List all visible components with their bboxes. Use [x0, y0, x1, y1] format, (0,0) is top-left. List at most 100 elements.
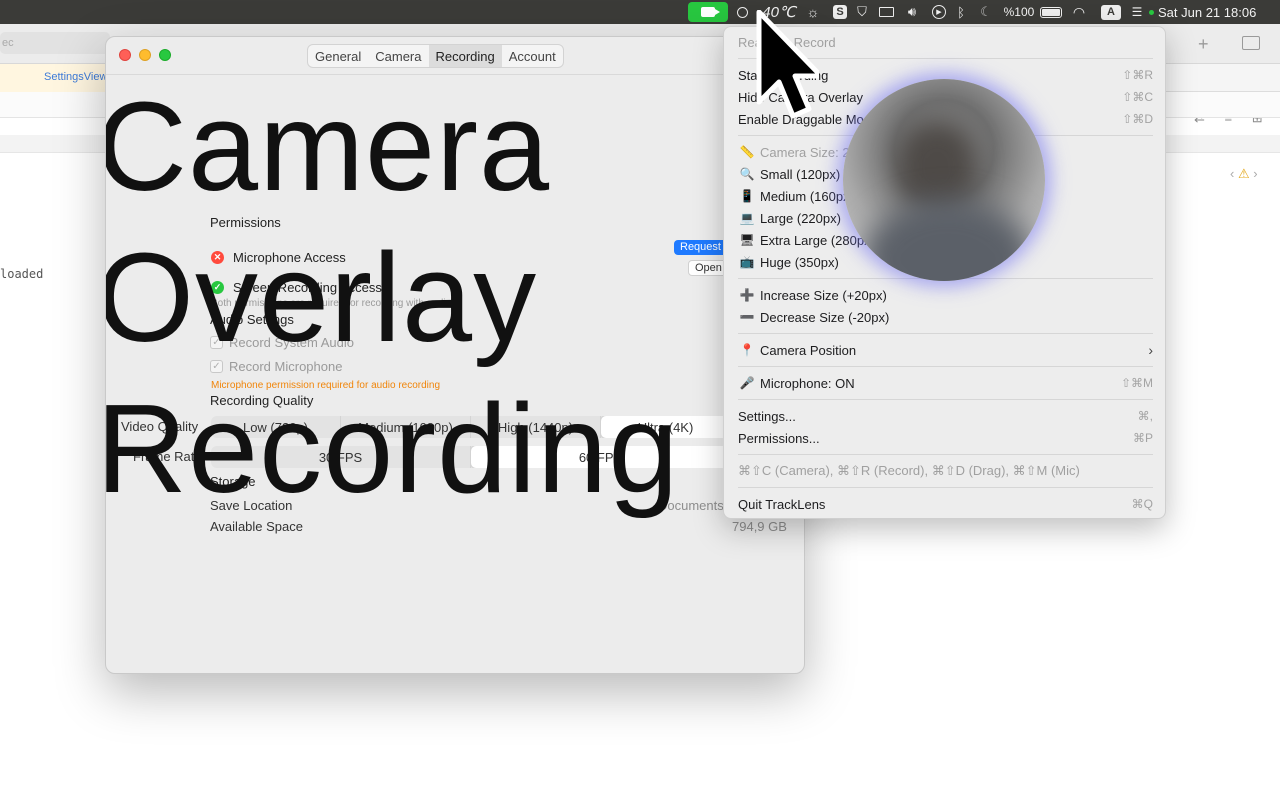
camera-overlay-bubble[interactable]	[843, 79, 1045, 281]
phone-icon: 📱	[739, 189, 755, 203]
fps-option-60[interactable]: 60 FPS	[471, 446, 731, 468]
menu-quit[interactable]: Quit TrackLens ⌘Q	[738, 493, 1153, 515]
window-titlebar: General Camera Recording Account	[106, 37, 804, 75]
audio-settings-heading: Audio Settings	[210, 312, 294, 327]
zoom-window-button[interactable]	[159, 49, 171, 61]
settings-tabs: General Camera Recording Account	[307, 44, 564, 68]
storage-heading: Storage	[210, 474, 256, 489]
fps-option-30[interactable]: 30 FPS	[211, 446, 471, 468]
menu-size-extra-large-label: Extra Large (280px)	[760, 232, 875, 248]
chevron-right-icon: ›	[1148, 342, 1153, 358]
editor-tab[interactable]: SettingsView	[0, 64, 112, 92]
menu-quit-label: Quit TrackLens	[738, 496, 826, 512]
menu-permissions-label: Permissions...	[738, 430, 820, 446]
menu-bar: 40℃ ☼ S ⛉ 🔊︎ ▶ ᛒ ☾ %100 ◠ A ☰ Sat Jun 21…	[0, 0, 1280, 24]
menu-settings[interactable]: Settings... ⌘,	[738, 405, 1153, 427]
quality-option-medium[interactable]: Medium (1080p)	[341, 416, 471, 438]
menu-camera-position-label: Camera Position	[760, 342, 857, 358]
menu-microphone-toggle[interactable]: 🎤 Microphone: ON ⇧⌘M	[738, 372, 1153, 394]
desktop-icon: 🖥	[739, 233, 755, 247]
menu-shortcut: ⇧⌘C	[1122, 90, 1153, 104]
settings-window: General Camera Recording Account Permiss…	[105, 36, 805, 674]
minimize-window-button[interactable]	[139, 49, 151, 61]
menu-shortcuts-hint-text: ⌘⇧C (Camera), ⌘⇧R (Record), ⌘⇧D (Drag), …	[738, 463, 1080, 478]
menu-settings-label: Settings...	[738, 408, 796, 424]
code-line: loaded	[0, 267, 44, 281]
battery-icon[interactable]	[1038, 0, 1064, 24]
menu-increase-size-label: Increase Size (+20px)	[760, 287, 887, 303]
menu-shortcuts-hint: ⌘⇧C (Camera), ⌘⇧R (Record), ⌘⇧D (Drag), …	[738, 460, 1153, 482]
wifi-icon[interactable]: ◠	[1068, 0, 1090, 24]
record-microphone-checkbox[interactable]: ✓ Record Microphone	[210, 359, 342, 374]
permissions-heading: Permissions	[210, 215, 281, 230]
record-microphone-label: Record Microphone	[229, 359, 343, 374]
focus-moon-icon[interactable]: ☾	[978, 0, 994, 24]
battery-percentage[interactable]: %100	[1002, 0, 1036, 24]
menu-shortcut: ⇧⌘R	[1122, 68, 1153, 82]
issue-navigator[interactable]: ‹ ⚠ ›	[1230, 166, 1258, 182]
microphone-warning: Microphone permission required for audio…	[211, 380, 441, 391]
permissions-note: Both permissions are required for record…	[211, 298, 452, 309]
now-playing-icon[interactable]: ▶	[930, 0, 948, 24]
volume-icon[interactable]: 🔊︎	[902, 0, 922, 24]
menu-camera-position[interactable]: 📍 Camera Position ›	[738, 339, 1153, 361]
editor-tab-label: SettingsView	[44, 71, 108, 83]
menu-separator	[738, 487, 1153, 488]
active-indicator-dot	[1148, 0, 1154, 24]
s-app-icon[interactable]: S	[832, 0, 848, 24]
menu-decrease-size[interactable]: ➖ Decrease Size (-20px)	[738, 306, 1153, 328]
check-circle-icon: ✓	[211, 281, 224, 294]
tab-recording[interactable]: Recording	[428, 45, 502, 67]
checkmark-icon: ✓	[210, 360, 223, 373]
record-system-audio-checkbox[interactable]: ✓ Record System Audio	[210, 335, 354, 350]
menu-size-large-label: Large (220px)	[760, 210, 841, 226]
scheme-field[interactable]: ec	[0, 32, 110, 54]
close-window-button[interactable]	[119, 49, 131, 61]
microphone-access-label: Microphone Access	[233, 250, 346, 265]
control-center-icon[interactable]: ☰	[1128, 0, 1146, 24]
quality-option-ultra[interactable]: Ultra (4K)	[601, 416, 731, 438]
quality-option-low[interactable]: Low (720p)	[211, 416, 341, 438]
add-tab-icon[interactable]: +	[1198, 34, 1209, 55]
menu-shortcut: ⌘P	[1132, 431, 1153, 445]
checkmark-icon: ✓	[210, 336, 223, 349]
recording-quality-heading: Recording Quality	[210, 393, 314, 408]
record-circle-icon[interactable]	[734, 0, 750, 24]
menu-separator	[738, 454, 1153, 455]
magnifier-icon: 🔍	[739, 167, 755, 181]
input-source-icon[interactable]: A	[1100, 0, 1122, 24]
camera-feed-face	[897, 121, 977, 211]
mouse-pointer-icon	[756, 10, 819, 119]
video-quality-picker: Low (720p) Medium (1080p) High (1440p) U…	[211, 416, 731, 438]
bluetooth-icon[interactable]: ᛒ	[954, 0, 968, 24]
open-settings-button[interactable]: Open	[688, 260, 728, 276]
camera-feed-body	[863, 199, 1033, 281]
menu-permissions[interactable]: Permissions... ⌘P	[738, 427, 1153, 449]
menu-size-huge-label: Huge (350px)	[760, 254, 839, 270]
display-icon[interactable]	[876, 0, 896, 24]
inspector-toggle-icon[interactable]	[1242, 36, 1260, 50]
screen-recording-access-label: Screen Recording Access	[233, 280, 382, 295]
menu-separator	[738, 333, 1153, 334]
menu-size-small-label: Small (120px)	[760, 166, 841, 182]
warning-icon: ⚠	[1237, 166, 1250, 181]
ruler-icon: 📏	[739, 145, 755, 159]
menubar-clock[interactable]: Sat Jun 21 18:06	[1158, 0, 1278, 24]
trackLens-camera-status-icon[interactable]	[688, 2, 728, 22]
frame-rate-label: Frame Rate	[133, 449, 202, 464]
menu-increase-size[interactable]: ➕ Increase Size (+20px)	[738, 284, 1153, 306]
tab-account[interactable]: Account	[502, 45, 563, 67]
microphone-icon: 🎤	[739, 376, 755, 390]
quality-option-high[interactable]: High (1440p)	[471, 416, 601, 438]
shield-icon[interactable]: ⛉	[854, 0, 870, 24]
menu-size-medium-label: Medium (160px)	[760, 188, 854, 204]
laptop-icon: 💻	[739, 211, 755, 225]
menu-microphone-label: Microphone: ON	[760, 375, 855, 391]
save-location-value[interactable]: Documents	[658, 498, 724, 513]
video-quality-label: Video Quality	[121, 419, 199, 434]
menu-separator	[738, 366, 1153, 367]
error-x-icon: ✕	[211, 251, 224, 264]
tab-general[interactable]: General	[308, 45, 368, 67]
menu-shortcut: ⇧⌘D	[1122, 112, 1153, 126]
tab-camera[interactable]: Camera	[368, 45, 428, 67]
